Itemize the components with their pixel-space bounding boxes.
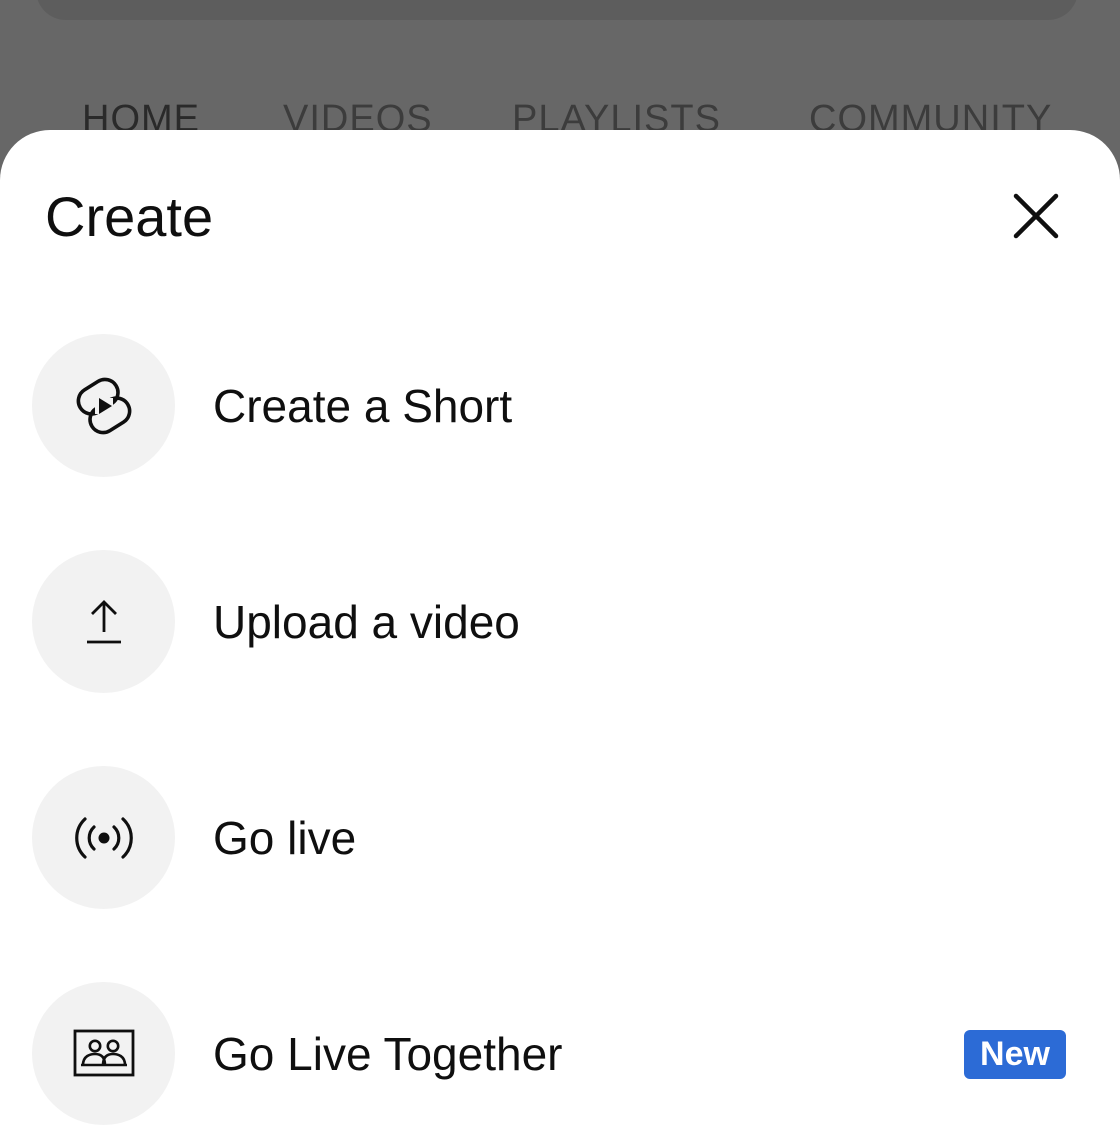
new-badge: New — [964, 1030, 1066, 1079]
upload-video-icon-circle — [32, 550, 175, 693]
upload-icon — [86, 599, 121, 643]
go-live-option[interactable]: Go live — [0, 762, 1120, 912]
go-live-label: Go live — [213, 812, 357, 864]
create-short-icon-circle — [32, 334, 175, 477]
close-button[interactable] — [1000, 180, 1072, 252]
go-live-together-option[interactable]: Go Live Together New — [0, 978, 1120, 1128]
background-search-bar — [36, 0, 1078, 20]
live-icon — [74, 816, 133, 859]
upload-video-option[interactable]: Upload a video — [0, 546, 1120, 696]
shorts-icon — [76, 377, 131, 434]
go-live-together-icon-circle — [32, 982, 175, 1125]
create-short-label: Create a Short — [213, 380, 513, 432]
sheet-title: Create — [45, 185, 214, 248]
go-live-together-label: Go Live Together — [213, 1028, 563, 1080]
close-icon — [1013, 193, 1059, 239]
upload-video-label: Upload a video — [213, 596, 520, 648]
create-short-option[interactable]: Create a Short — [0, 330, 1120, 480]
go-live-together-icon — [73, 1029, 134, 1076]
create-bottom-sheet: Create Create a Short Upload a video Go … — [0, 130, 1120, 1138]
go-live-icon-circle — [32, 766, 175, 909]
